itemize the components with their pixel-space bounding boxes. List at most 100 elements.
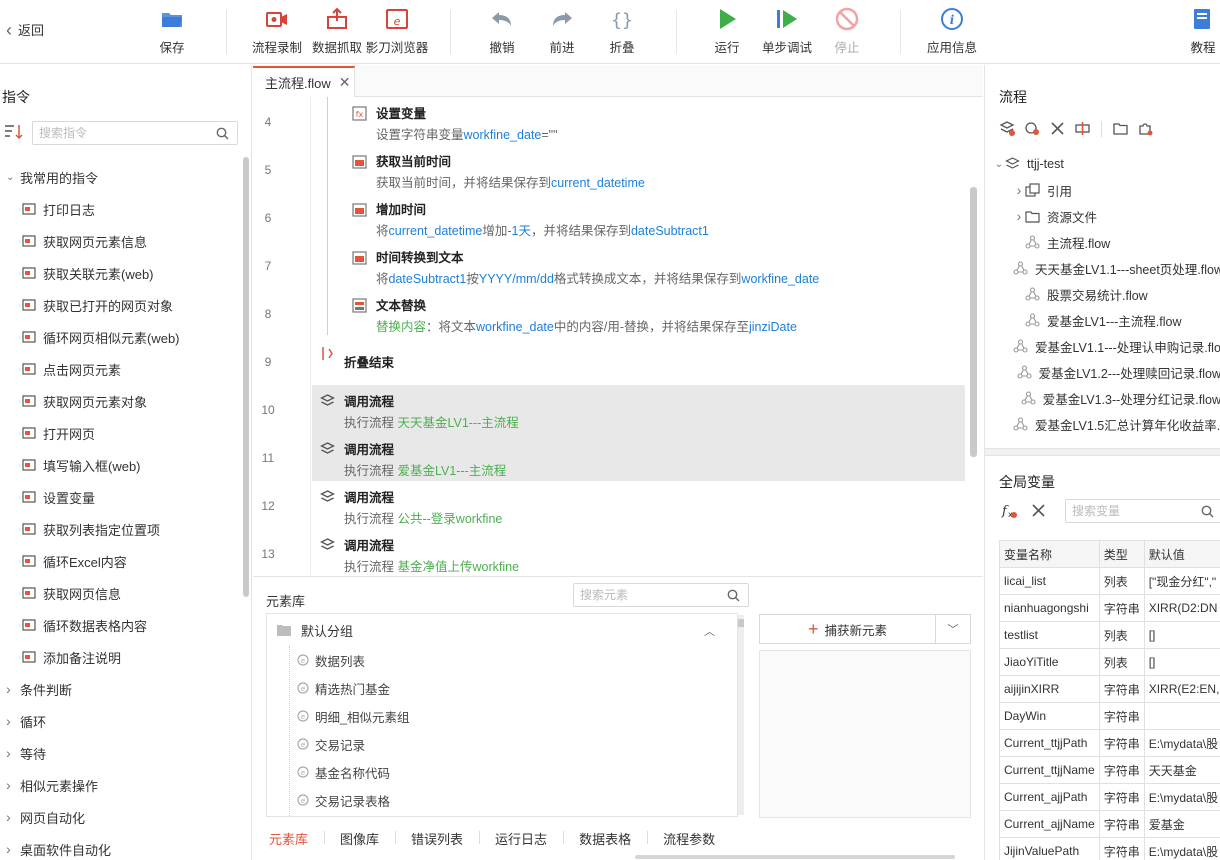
tree-group[interactable]: › 网页自动化	[0, 801, 244, 833]
flow-step[interactable]: 折叠结束	[312, 337, 965, 385]
element-item[interactable]: e 数据列表	[297, 646, 365, 674]
back-button[interactable]: ‹ 返回	[6, 20, 44, 39]
bottom-tab[interactable]: 元素库	[269, 829, 324, 848]
table-row[interactable]: Current_ttjjPath 字符串 E:\mydata\股	[999, 729, 1220, 757]
command-item[interactable]: 设置变量	[0, 481, 244, 513]
flow-tree-item[interactable]: 爱基金LV1.3--处理分红记录.flow	[985, 385, 1220, 411]
flow-tree-item[interactable]: › 资源文件	[985, 203, 1220, 229]
flow-step[interactable]: 调用流程 执行流程 基金净值上传workfine	[312, 529, 965, 575]
folder-icon[interactable]	[1112, 120, 1129, 137]
command-item[interactable]: 获取列表指定位置项	[0, 513, 244, 545]
tree-group[interactable]: › 桌面软件自动化	[0, 833, 244, 860]
capture-element-main[interactable]: + 捕获新元素	[760, 615, 936, 643]
table-row[interactable]: JiaoYiTitle 列表[]	[999, 648, 1220, 676]
command-search-input[interactable]	[33, 122, 237, 144]
table-header[interactable]: 类型	[1098, 540, 1145, 568]
copy-flow-icon[interactable]	[1024, 120, 1041, 137]
table-row[interactable]: nianhuagongshi 字符串 XIRR(D2:DN	[999, 594, 1220, 622]
bottom-tab[interactable]: 错误列表	[395, 829, 479, 848]
table-row[interactable]: licai_list 列表 ["现金分红","	[999, 567, 1220, 595]
table-row[interactable]: DayWin 字符串	[999, 702, 1220, 730]
tab-main-flow[interactable]: 主流程.flow ✕	[253, 66, 355, 97]
flow-step[interactable]: 增加时间 将current_datetime增加-1天，并将结果保存到dateSu…	[312, 193, 965, 241]
delete-icon[interactable]	[1049, 120, 1066, 137]
search-icon[interactable]	[1201, 505, 1214, 518]
element-item[interactable]: e 交易记录表格	[297, 786, 390, 814]
bottom-tab[interactable]: 数据表格	[563, 829, 647, 848]
flow-step[interactable]: 调用流程 执行流程 天天基金LV1---主流程	[312, 385, 965, 433]
chevron-up-icon[interactable]: ︿	[704, 623, 715, 639]
table-row[interactable]: testlist 列表[]	[999, 621, 1220, 649]
flow-step[interactable]: 时间转换到文本 将dateSubtract1按YYYY/mm/dd格式转换成文本，…	[312, 241, 965, 289]
command-item[interactable]: 循环数据表格内容	[0, 609, 244, 641]
command-item[interactable]: 获取网页信息	[0, 577, 244, 609]
flow-tree-item[interactable]: 主流程.flow	[985, 229, 1220, 255]
bottom-tab[interactable]: 图像库	[324, 829, 395, 848]
table-row[interactable]: Current_ajjName 字符串 爱基金	[999, 810, 1220, 838]
search-icon[interactable]	[216, 127, 229, 140]
tree-group[interactable]: › 相似元素操作	[0, 769, 244, 801]
tree-group[interactable]: › 等待	[0, 737, 244, 769]
flow-step[interactable]: 调用流程 执行流程 爱基金LV1---主流程	[312, 433, 965, 481]
command-item[interactable]: 获取关联元素(web)	[0, 257, 244, 289]
rename-icon[interactable]	[1074, 120, 1091, 137]
flow-step[interactable]: fx 设置变量 设置字符串变量workfine_date=""	[312, 97, 965, 145]
command-item[interactable]: 填写输入框(web)	[0, 449, 244, 481]
element-item[interactable]: e 明细_相似元素组	[297, 702, 409, 730]
command-item[interactable]: 循环Excel内容	[0, 545, 244, 577]
command-item[interactable]: 打印日志	[0, 193, 244, 225]
flow-step[interactable]: 文本替换 替换内容：将文本workfine_date中的内容/用-替换，并将结果保…	[312, 289, 965, 337]
flow-tree-item[interactable]: 爱基金LV1---主流程.flow	[985, 307, 1220, 333]
tree-group-favorites[interactable]: ⌄ 我常用的指令	[0, 161, 244, 193]
new-flow-icon[interactable]	[999, 120, 1016, 137]
command-item[interactable]: 循环网页相似元素(web)	[0, 321, 244, 353]
flow-tree-item[interactable]: ⌄ ttjj-test	[985, 151, 1220, 177]
table-row[interactable]: Current_ttjjName 字符串 天天基金	[999, 756, 1220, 784]
browser-button[interactable]: e 影刀浏览器	[362, 6, 432, 58]
fold-button[interactable]: {} 折叠	[587, 6, 657, 58]
command-item[interactable]: 获取网页元素信息	[0, 225, 244, 257]
element-group-default[interactable]: 默认分组 ︿	[267, 614, 737, 646]
app-info-button[interactable]: i 应用信息	[917, 6, 987, 58]
tree-group[interactable]: › 条件判断	[0, 673, 244, 705]
delete-icon[interactable]	[1030, 502, 1047, 519]
horizontal-scrollbar[interactable]	[253, 853, 983, 859]
flow-step[interactable]: 获取当前时间 获取当前时间，并将结果保存到current_datetime	[312, 145, 965, 193]
tutorial-button[interactable]: 教程	[1168, 6, 1220, 58]
command-item[interactable]: 获取网页元素对象	[0, 385, 244, 417]
table-row[interactable]: JijinValuePath 字符串 E:\mydata\股	[999, 837, 1220, 860]
command-item[interactable]: 打开网页	[0, 417, 244, 449]
puzzle-icon[interactable]	[1137, 120, 1154, 137]
search-icon[interactable]	[727, 589, 740, 602]
element-list-scrollbar[interactable]	[738, 615, 744, 815]
close-icon[interactable]: ✕	[339, 74, 351, 91]
table-row[interactable]: Current_ajjPath 字符串 E:\mydata\股	[999, 783, 1220, 811]
chevron-down-icon[interactable]: ﹀	[936, 621, 970, 637]
flow-tree-item[interactable]: 爱基金LV1.5汇总计算年化收益率.flow	[985, 411, 1220, 437]
element-search-input[interactable]	[574, 584, 748, 606]
table-row[interactable]: aijijinXIRR 字符串 XIRR(E2:EN,	[999, 675, 1220, 703]
element-item[interactable]: e 交易记录	[297, 730, 365, 758]
sort-icon[interactable]	[4, 123, 24, 141]
bottom-tab[interactable]: 运行日志	[479, 829, 563, 848]
command-item[interactable]: 点击网页元素	[0, 353, 244, 385]
command-item[interactable]: 获取已打开的网页对象	[0, 289, 244, 321]
command-item[interactable]: 添加备注说明	[0, 641, 244, 673]
capture-element-button[interactable]: + 捕获新元素 ﹀	[759, 614, 971, 644]
bottom-tab[interactable]: 流程参数	[647, 829, 731, 848]
flow-tree-item[interactable]: 天天基金LV1.1---sheet页处理.flow	[985, 255, 1220, 281]
flow-step[interactable]: 调用流程 执行流程 公共--登录workfine	[312, 481, 965, 529]
flow-tree-item[interactable]: 爱基金LV1.1---处理认申购记录.flow	[985, 333, 1220, 359]
function-icon[interactable]: fx	[1001, 502, 1018, 519]
stop-button[interactable]: 停止	[812, 6, 882, 58]
save-button[interactable]: 保存	[137, 6, 207, 58]
variable-search-input[interactable]	[1066, 500, 1220, 522]
flow-tree-item[interactable]: 股票交易统计.flow	[985, 281, 1220, 307]
flow-tree-item[interactable]: › 引用	[985, 177, 1220, 203]
table-header[interactable]: 变量名称	[999, 540, 1100, 568]
editor-scrollbar[interactable]	[970, 187, 977, 457]
panel-divider[interactable]	[985, 448, 1220, 456]
element-item[interactable]: e 基金名称代码	[297, 758, 390, 786]
flow-tree-item[interactable]: 爱基金LV1.2---处理赎回记录.flow	[985, 359, 1220, 385]
table-header[interactable]: 默认值	[1143, 540, 1220, 568]
